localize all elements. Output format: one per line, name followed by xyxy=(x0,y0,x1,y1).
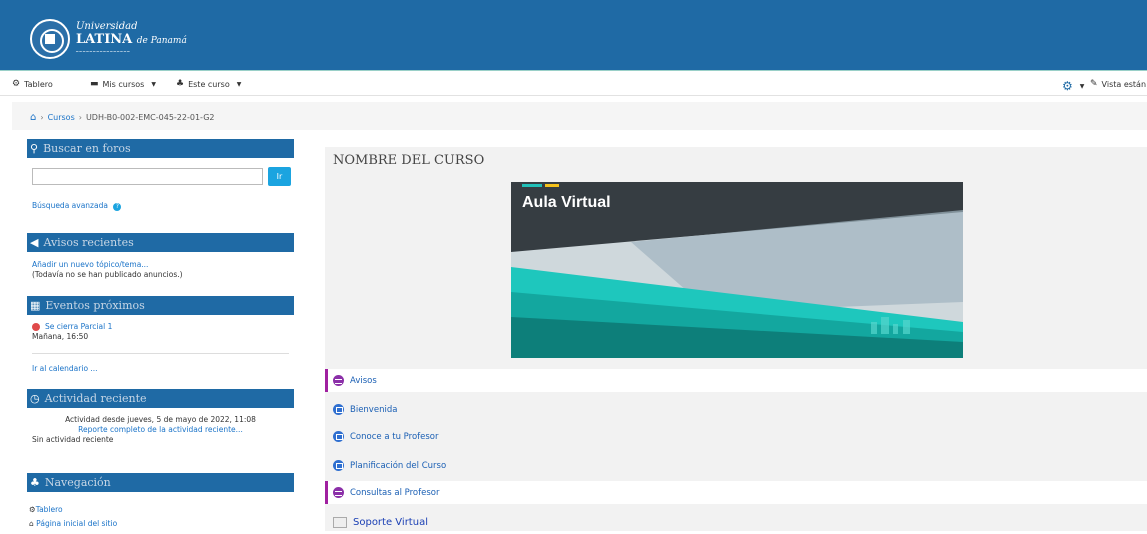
block-navigation: ♣ Navegación ⚙Tablero ⌂ Página inicial d… xyxy=(27,473,294,531)
chevron-down-icon: ▼ xyxy=(1079,82,1085,90)
standard-view-label: Vista están xyxy=(1101,79,1147,89)
site-header: Universidad LATINA de Panamá ━━━━━━━━━━━… xyxy=(0,0,1147,70)
megaphone-icon: ◀ xyxy=(30,236,39,249)
search-icon: ⚲ xyxy=(30,142,39,155)
block-header: ◀ Avisos recientes xyxy=(27,233,294,252)
block-search-forums: ⚲ Buscar en foros Ir Búsqueda avanzada ? xyxy=(27,139,294,214)
top-navbar: ⚙ Tablero ▬ Mis cursos ▼ ♣ Este curso ▼ … xyxy=(0,70,1147,96)
block-title: Navegación xyxy=(44,476,111,489)
chevron-down-icon: ▼ xyxy=(151,80,156,88)
block-header: ♣ Navegación xyxy=(27,473,294,492)
page-icon xyxy=(333,460,344,471)
activity-label[interactable]: Planificación del Curso xyxy=(350,461,446,471)
block-title: Avisos recientes xyxy=(43,236,134,249)
banner-title: Aula Virtual xyxy=(522,194,611,211)
activity-planificacion[interactable]: Planificación del Curso xyxy=(325,454,1147,477)
logo-line-1: Universidad xyxy=(76,21,138,32)
home-icon: ⌂ xyxy=(29,519,34,528)
block-header: ◷ Actividad reciente xyxy=(27,389,294,408)
activity-avisos[interactable]: Avisos xyxy=(325,369,1147,392)
breadcrumb-course-code: UDH-B0-002-EMC-045-22-01-G2 xyxy=(85,113,215,122)
block-header: ▦ Eventos próximos xyxy=(27,296,294,315)
nav-tree-home[interactable]: Página inicial del sitio xyxy=(36,519,117,528)
search-input[interactable] xyxy=(32,168,263,185)
breadcrumb-separator: › xyxy=(40,113,44,122)
quiz-icon xyxy=(32,323,40,331)
page-icon xyxy=(333,431,344,442)
activity-conoce-profesor[interactable]: Conoce a tu Profesor xyxy=(325,425,1147,448)
chevron-down-icon: ▼ xyxy=(236,80,242,88)
course-title: NOMBRE DEL CURSO xyxy=(333,153,485,168)
dashboard-icon: ⚙ xyxy=(12,79,21,89)
banner-accent-bar xyxy=(545,184,559,187)
logo-line-2: LATINA de Panamá xyxy=(76,32,187,47)
block-upcoming-events: ▦ Eventos próximos Se cierra Parcial 1 M… xyxy=(27,296,294,381)
block-title: Eventos próximos xyxy=(45,299,145,312)
calendar-icon: ▦ xyxy=(30,299,41,312)
advanced-search-link[interactable]: Búsqueda avanzada xyxy=(32,201,108,210)
banner-accent-bar xyxy=(522,184,542,187)
block-title: Actividad reciente xyxy=(44,392,147,405)
gear-icon: ⚙ xyxy=(1062,79,1073,93)
search-button[interactable]: Ir xyxy=(268,167,291,186)
nav-mis-cursos-label: Mis cursos xyxy=(102,79,145,89)
activity-label[interactable]: Soporte Virtual xyxy=(353,517,428,528)
clock-icon: ◷ xyxy=(30,392,40,405)
dashboard-icon: ⚙ xyxy=(29,505,36,514)
sitemap-icon: ♣ xyxy=(30,476,40,489)
sitemap-icon: ♣ xyxy=(176,79,185,89)
activity-label[interactable]: Avisos xyxy=(350,376,377,386)
divider xyxy=(32,353,289,354)
block-recent-activity: ◷ Actividad reciente Actividad desde jue… xyxy=(27,389,294,459)
pin-icon: ✎ xyxy=(1090,79,1098,89)
breadcrumb: ⌂ › Cursos › UDH-B0-002-EMC-045-22-01-G2 xyxy=(12,102,1147,130)
breadcrumb-separator: › xyxy=(78,113,82,122)
activity-consultas[interactable]: Consultas al Profesor xyxy=(325,481,1147,504)
no-news-text: (Todavía no se han publicado anuncios.) xyxy=(32,270,183,279)
activity-label[interactable]: Consultas al Profesor xyxy=(350,488,439,498)
no-activity-text: Sin actividad reciente xyxy=(32,435,114,444)
university-logo[interactable]: Universidad LATINA de Panamá ━━━━━━━━━━━… xyxy=(30,19,187,59)
advanced-search-row: Búsqueda avanzada ? xyxy=(32,201,122,211)
event-link[interactable]: Se cierra Parcial 1 xyxy=(45,322,112,331)
block-title: Buscar en foros xyxy=(43,142,131,155)
activity-label[interactable]: Conoce a tu Profesor xyxy=(350,432,439,442)
nav-este-curso-label: Este curso xyxy=(188,79,230,89)
page-icon xyxy=(333,404,344,415)
add-topic-link[interactable]: Añadir un nuevo tópico/tema... xyxy=(32,260,148,269)
block-recent-news: ◀ Avisos recientes Añadir un nuevo tópic… xyxy=(27,233,294,283)
activity-bienvenida[interactable]: Bienvenida xyxy=(325,398,1147,421)
nav-tablero[interactable]: ⚙ Tablero xyxy=(12,79,53,89)
activity-label[interactable]: Bienvenida xyxy=(350,405,397,415)
forum-icon xyxy=(333,487,344,498)
calendar-link[interactable]: Ir al calendario ... xyxy=(32,364,98,373)
block-header: ⚲ Buscar en foros xyxy=(27,139,294,158)
help-icon[interactable]: ? xyxy=(113,203,122,211)
breadcrumb-cursos[interactable]: Cursos xyxy=(48,113,75,122)
home-icon[interactable]: ⌂ xyxy=(30,112,36,123)
nav-tree-tablero[interactable]: Tablero xyxy=(36,505,63,514)
nav-tablero-label: Tablero xyxy=(24,79,53,89)
event-time: Mañana, 16:50 xyxy=(32,332,89,341)
logo-motto: ━━━━━━━━━━━━━━━━ xyxy=(76,49,131,54)
nav-este-curso[interactable]: ♣ Este curso ▼ xyxy=(176,79,241,89)
university-seal-icon xyxy=(30,19,70,59)
full-report-link[interactable]: Reporte completo de la actividad recient… xyxy=(78,425,243,434)
broken-image-icon xyxy=(333,517,347,528)
activity-since: Actividad desde jueves, 5 de mayo de 202… xyxy=(65,415,256,424)
courses-icon: ▬ xyxy=(90,79,99,89)
course-content: NOMBRE DEL CURSO Aula Virtual Avisos Bie… xyxy=(325,147,1147,531)
nav-mis-cursos[interactable]: ▬ Mis cursos ▼ xyxy=(90,79,156,89)
forum-icon xyxy=(333,375,344,386)
settings-menu[interactable]: ⚙ ▼ xyxy=(1062,79,1084,93)
course-banner-image: Aula Virtual xyxy=(511,182,963,358)
standard-view-toggle[interactable]: ✎ Vista están xyxy=(1090,79,1146,89)
